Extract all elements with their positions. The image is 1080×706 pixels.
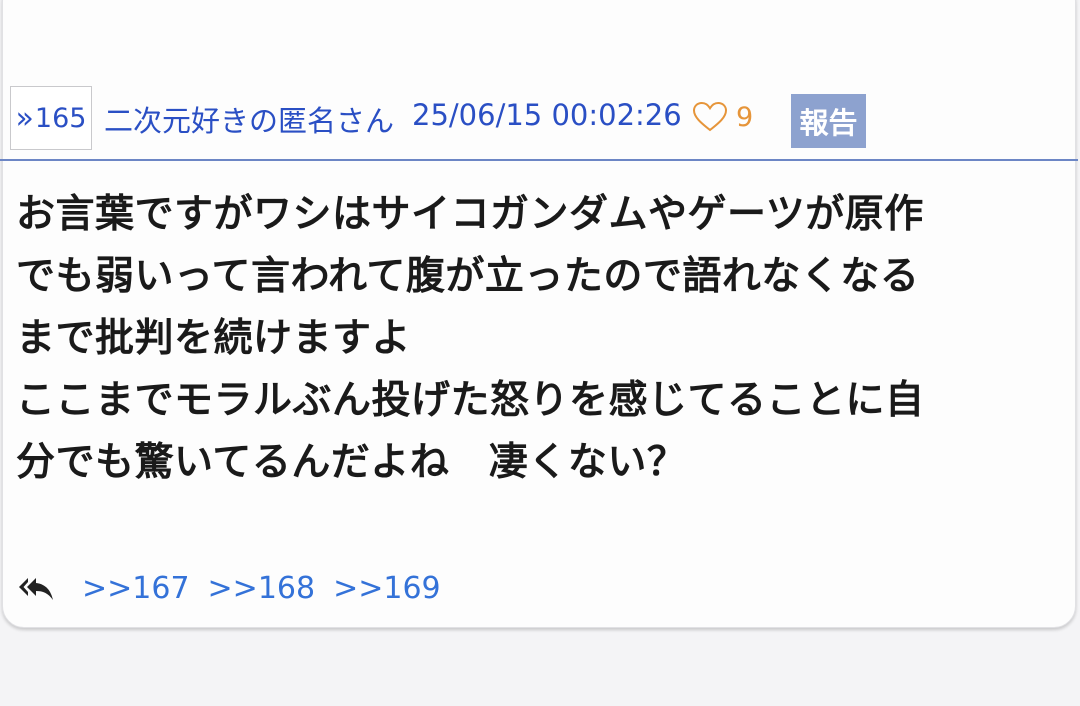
reply-all-icon[interactable] bbox=[18, 574, 54, 602]
post-timestamp: 25/06/15 00:02:26 bbox=[412, 98, 682, 132]
post-header: » 165 二次元好きの匿名さん 25/06/15 00:02:26 9 報告 bbox=[0, 83, 1078, 161]
post-number: 165 bbox=[34, 102, 87, 134]
author-name[interactable]: 二次元好きの匿名さん bbox=[104, 98, 394, 140]
double-chevron-right-icon: » bbox=[15, 100, 34, 136]
post-body: お言葉ですがワシはサイコガンダムやゲーツが原作 でも弱いって言われて腹が立ったの… bbox=[16, 192, 925, 485]
heart-outline-icon bbox=[692, 101, 728, 132]
post-footer: >>167 >>168 >>169 bbox=[18, 566, 459, 610]
like-count: 9 bbox=[736, 101, 754, 133]
like-button[interactable]: 9 bbox=[692, 101, 753, 133]
report-button[interactable]: 報告 bbox=[791, 94, 866, 148]
reply-link[interactable]: >>169 bbox=[333, 571, 441, 606]
reply-link[interactable]: >>168 bbox=[208, 571, 316, 606]
post-number-button[interactable]: » 165 bbox=[10, 86, 92, 150]
reply-link[interactable]: >>167 bbox=[82, 571, 190, 606]
